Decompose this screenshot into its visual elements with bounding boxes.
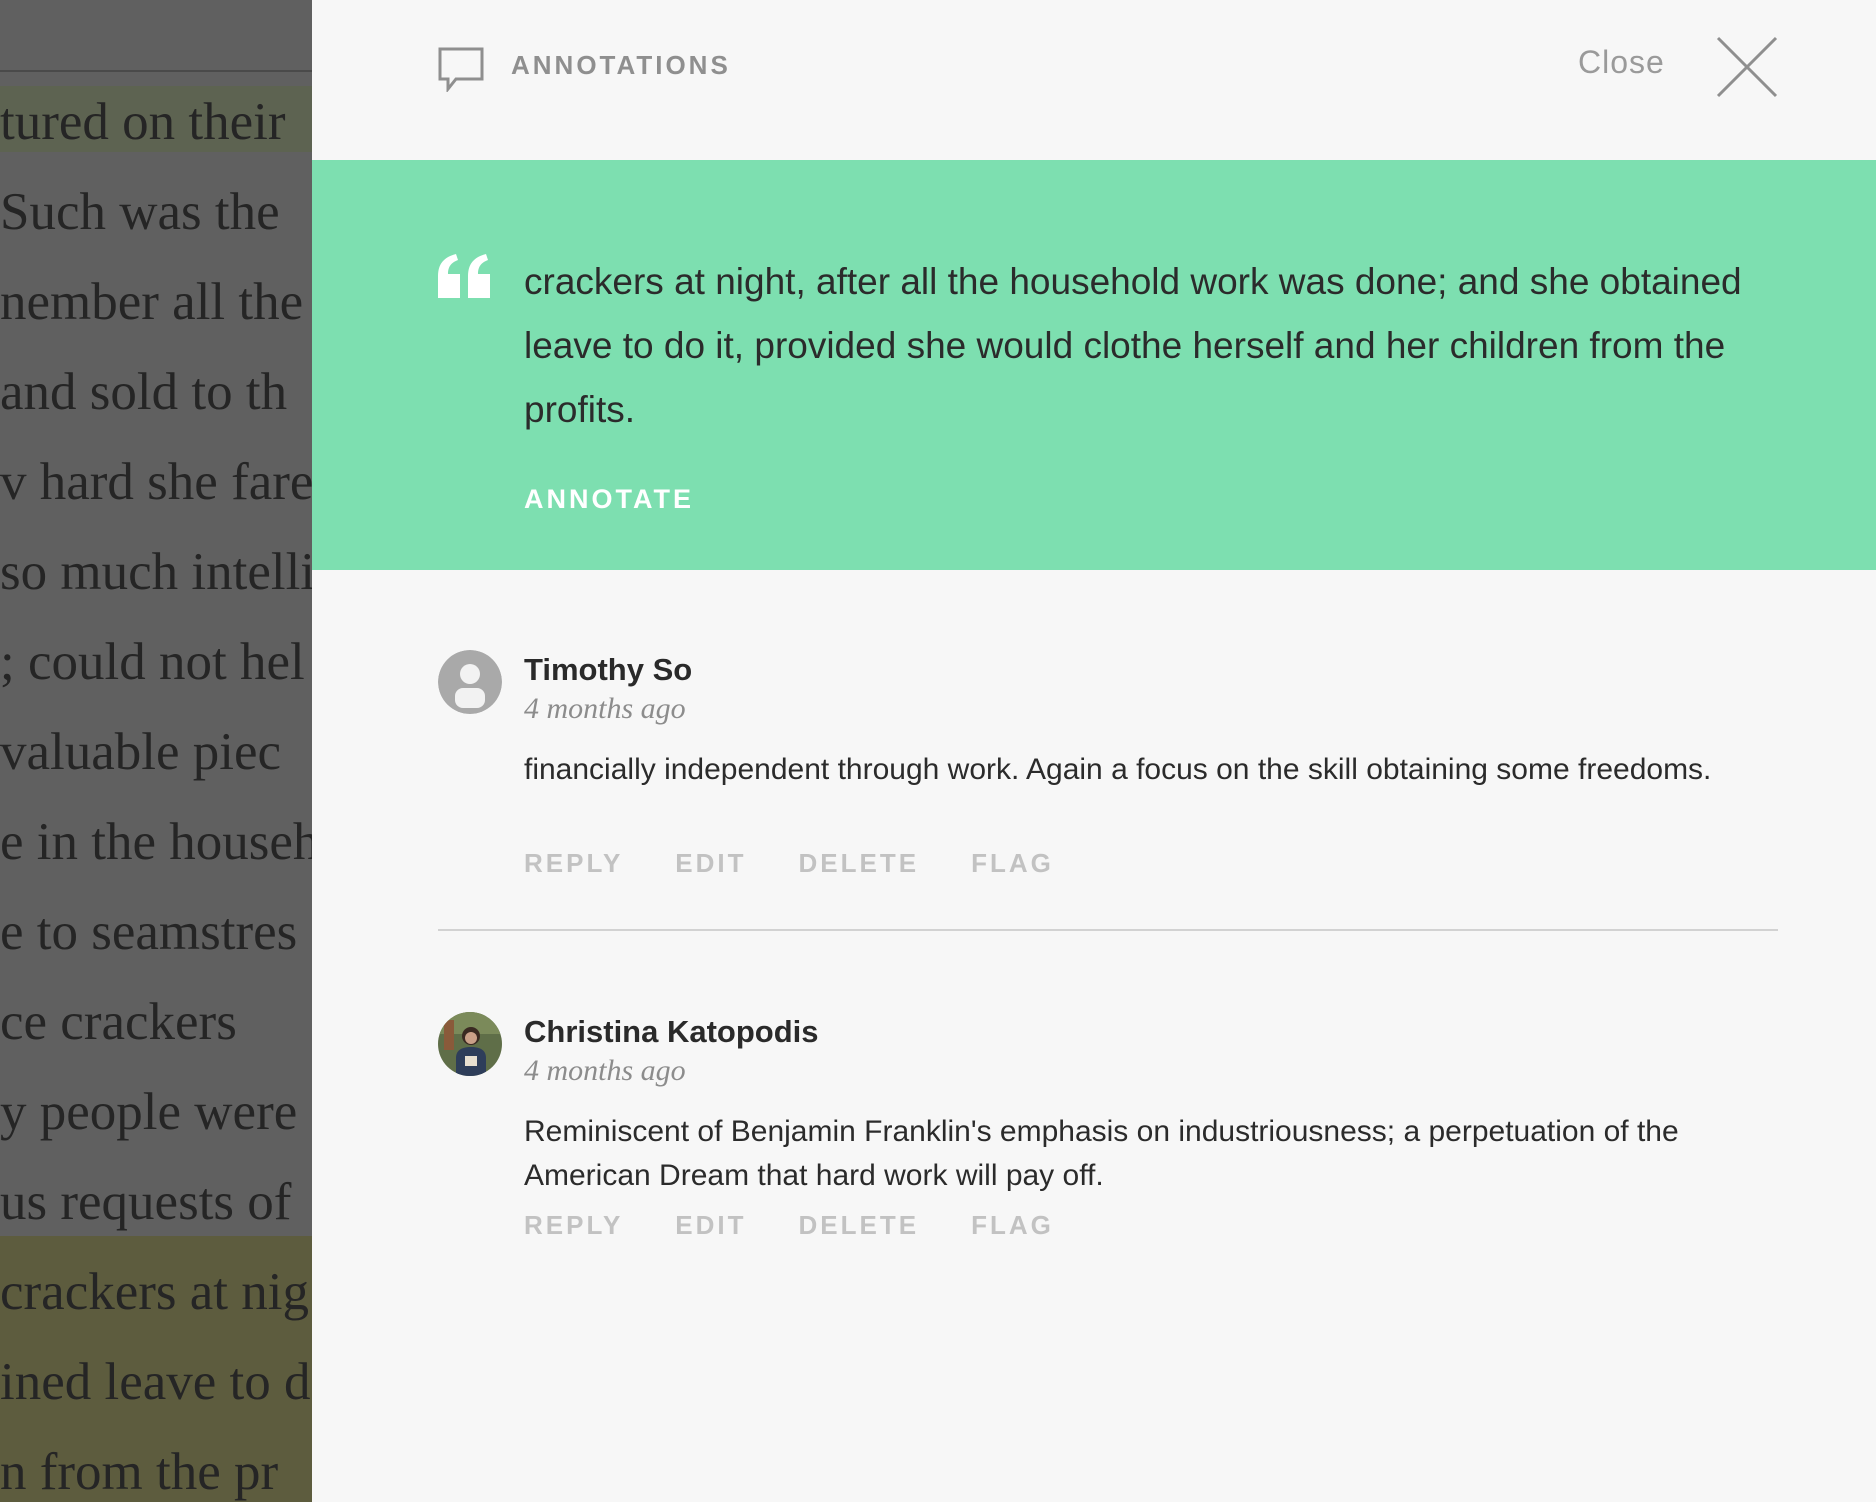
close-icon[interactable] <box>1716 36 1778 98</box>
comment: Christina Katopodis 4 months ago Reminis… <box>438 1012 1778 1252</box>
book-page-background: tured on their Such was the nember all t… <box>0 0 312 1502</box>
book-line: so much intelli <box>0 543 312 601</box>
book-line: us requests of <box>0 1173 292 1231</box>
comment-body: financially independent through work. Ag… <box>524 753 1712 786</box>
comment-actions: REPLY EDIT DELETE FLAG <box>524 1210 1054 1241</box>
delete-button[interactable]: DELETE <box>799 848 920 879</box>
edit-button[interactable]: EDIT <box>675 848 746 879</box>
book-line: and sold to th <box>0 363 288 421</box>
book-line: tured on their <box>0 93 286 151</box>
close-label[interactable]: Close <box>1578 44 1665 81</box>
book-line: y people were <box>0 1083 298 1141</box>
book-line: v hard she fare <box>0 453 312 511</box>
book-line: crackers at nig <box>0 1263 309 1321</box>
comment-author[interactable]: Christina Katopodis <box>524 1014 819 1050</box>
book-divider <box>0 70 312 72</box>
reply-button[interactable]: REPLY <box>524 848 623 879</box>
book-line: valuable piec <box>0 723 282 781</box>
user-photo-avatar[interactable] <box>438 1012 502 1076</box>
book-line: nember all the <box>0 273 304 331</box>
speech-bubble-icon <box>438 47 484 92</box>
comment-timestamp: 4 months ago <box>524 692 686 725</box>
book-line: n from the pr <box>0 1443 279 1501</box>
flag-button[interactable]: FLAG <box>971 848 1054 879</box>
quote-mark-icon <box>438 254 490 298</box>
comment: Timothy So 4 months ago financially inde… <box>438 650 1778 890</box>
delete-button[interactable]: DELETE <box>799 1210 920 1241</box>
comment-body: Reminiscent of Benjamin Franklin's empha… <box>524 1115 1679 1192</box>
annotations-panel: ANNOTATIONS Close crackers at night, aft… <box>312 0 1876 1502</box>
comment-actions: REPLY EDIT DELETE FLAG <box>524 848 1054 879</box>
comment-author[interactable]: Timothy So <box>524 652 692 688</box>
panel-header: ANNOTATIONS Close <box>312 0 1876 160</box>
edit-button[interactable]: EDIT <box>675 1210 746 1241</box>
comment-divider <box>438 929 1778 931</box>
flag-button[interactable]: FLAG <box>971 1210 1054 1241</box>
panel-title: ANNOTATIONS <box>511 50 731 80</box>
selected-passage: crackers at night, after all the househo… <box>312 160 1876 570</box>
book-line: e in the househ <box>0 813 312 871</box>
annotate-button[interactable]: ANNOTATE <box>524 484 694 515</box>
passage-text: crackers at night, after all the househo… <box>524 261 1742 430</box>
comment-timestamp: 4 months ago <box>524 1054 686 1087</box>
book-line: ; could not hel <box>0 633 305 691</box>
book-line: e to seamstres <box>0 903 298 961</box>
book-line: ined leave to d <box>0 1353 311 1411</box>
reply-button[interactable]: REPLY <box>524 1210 623 1241</box>
book-line: ce crackers <box>0 993 237 1051</box>
default-avatar-icon[interactable] <box>438 650 502 714</box>
book-line: Such was the <box>0 183 280 241</box>
